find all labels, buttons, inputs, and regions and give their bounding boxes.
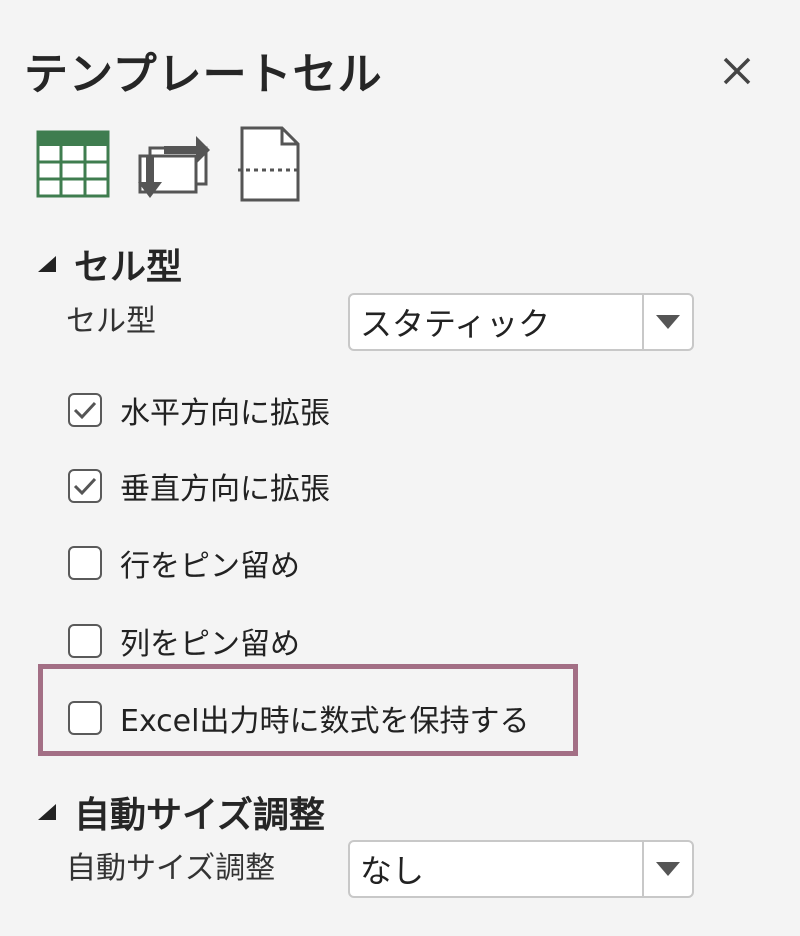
chevron-down-icon	[656, 862, 680, 876]
auto-size-label: 自動サイズ調整	[66, 851, 276, 886]
section-title: セル型	[74, 247, 183, 288]
cell-type-section-header[interactable]: セル型	[36, 238, 182, 290]
checkbox-label: 垂直方向に拡張	[120, 472, 330, 507]
section-title: 自動サイズ調整	[74, 795, 325, 836]
checkbox-label: 水平方向に拡張	[120, 396, 330, 431]
checkbox[interactable]	[68, 469, 102, 503]
chevron-down-icon	[656, 315, 680, 329]
checkbox-pin-row[interactable]: 行をピン留め	[68, 541, 300, 585]
close-button[interactable]	[716, 50, 758, 92]
checkbox[interactable]	[68, 701, 102, 735]
collapse-triangle-icon	[38, 804, 56, 820]
checkbox-label: 行をピン留め	[120, 549, 300, 584]
checkbox-pin-column[interactable]: 列をピン留め	[68, 619, 300, 663]
auto-size-select[interactable]: なし	[348, 840, 694, 898]
checkbox[interactable]	[68, 393, 102, 427]
close-icon	[723, 57, 751, 85]
cell-type-value: スタティック	[360, 305, 551, 343]
collapse-triangle-icon	[38, 256, 56, 272]
checkbox[interactable]	[68, 624, 102, 658]
swap-tool-button[interactable]	[134, 126, 212, 208]
checkbox-label: 列をピン留め	[120, 627, 300, 662]
auto-size-section-header[interactable]: 自動サイズ調整	[36, 786, 325, 838]
dropdown-button[interactable]	[642, 842, 692, 896]
page-break-tool-button[interactable]	[238, 126, 302, 206]
checkbox-expand-horizontal[interactable]: 水平方向に拡張	[68, 388, 330, 432]
page-break-icon	[238, 126, 302, 202]
panel-title: テンプレートセル	[24, 49, 383, 100]
auto-size-value: なし	[360, 852, 425, 890]
checkmark-icon	[73, 477, 97, 496]
dropdown-button[interactable]	[642, 295, 692, 349]
cell-type-label: セル型	[66, 304, 156, 339]
checkbox-expand-vertical[interactable]: 垂直方向に拡張	[68, 464, 330, 508]
swap-icon	[138, 136, 210, 198]
checkbox-keep-formula[interactable]: Excel出力時に数式を保持する	[68, 696, 529, 740]
checkmark-icon	[73, 401, 97, 420]
cell-type-select[interactable]: スタティック	[348, 293, 694, 351]
table-icon	[36, 130, 110, 198]
table-tool-button[interactable]	[36, 126, 110, 202]
checkbox[interactable]	[68, 546, 102, 580]
checkbox-label: Excel出力時に数式を保持する	[120, 704, 530, 739]
